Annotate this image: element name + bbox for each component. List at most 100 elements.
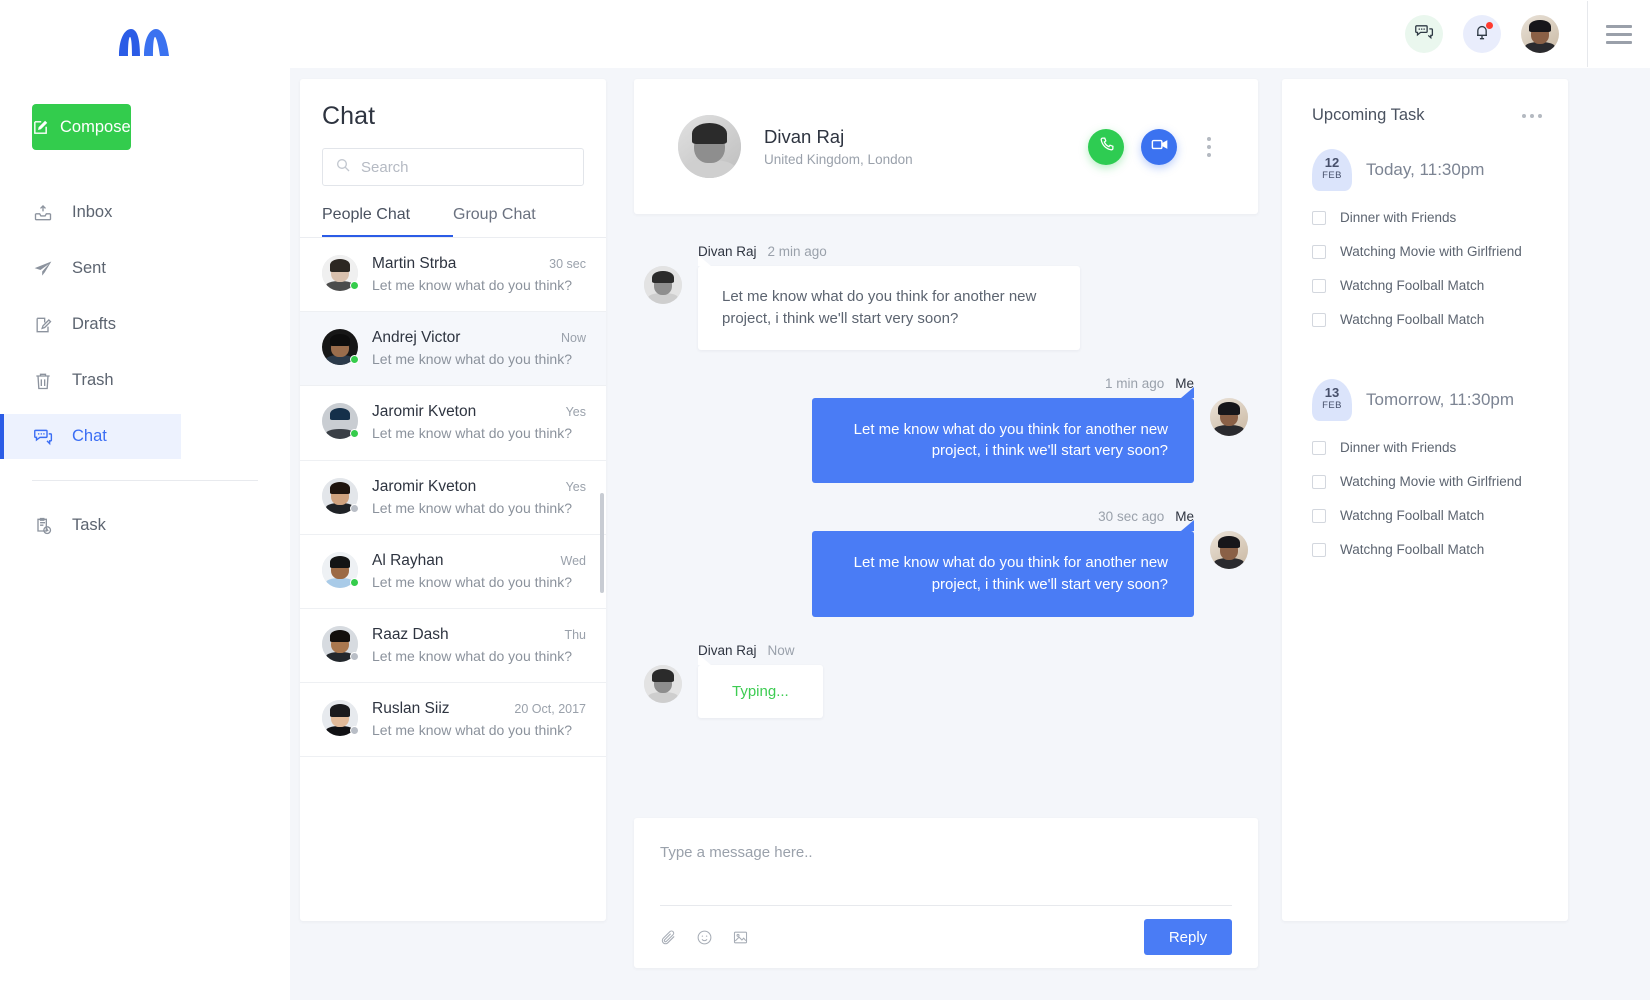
date-badge-month: FEB	[1322, 170, 1342, 182]
message-time: Now	[767, 642, 795, 658]
task-item[interactable]: Watchng Foolball Match	[1312, 508, 1542, 523]
message-bubble: Let me know what do you think for anothe…	[812, 386, 1194, 483]
list-item-name: Martin Strba	[372, 255, 457, 272]
tab-people-chat[interactable]: People Chat	[322, 206, 453, 237]
trash-icon	[32, 370, 54, 392]
chat-tabs: People Chat Group Chat	[300, 206, 606, 237]
chat-icon	[32, 426, 54, 448]
message-meta: Divan Raj Now	[698, 643, 1248, 658]
paperclip-icon[interactable]	[660, 929, 677, 946]
message-avatar	[1210, 397, 1248, 436]
search-input[interactable]	[361, 158, 571, 176]
hamburger-icon[interactable]	[1588, 24, 1650, 44]
compose-label: Compose	[60, 117, 131, 136]
task-label: Watchng Foolball Match	[1340, 278, 1485, 293]
task-item[interactable]: Watchng Foolball Match	[1312, 542, 1542, 557]
list-item-preview: Let me know what do you think?	[372, 573, 573, 590]
messages-button[interactable]	[1405, 15, 1443, 53]
chat-list-scrollbar[interactable]	[600, 493, 604, 593]
message-input[interactable]	[660, 844, 1232, 906]
task-item[interactable]: Watching Movie with Girlfriend	[1312, 244, 1542, 259]
reply-button[interactable]: Reply	[1144, 919, 1232, 955]
conversation-column: Divan Raj United Kingdom, London Divan R…	[606, 68, 1258, 1000]
list-item[interactable]: Jaromir Kveton Yes Let me know what do y…	[300, 461, 606, 535]
task-item[interactable]: Watchng Foolball Match	[1312, 312, 1542, 327]
message-avatar	[644, 664, 682, 703]
task-checkbox[interactable]	[1312, 210, 1326, 225]
avatar-face	[1521, 15, 1559, 53]
task-item[interactable]: Dinner with Friends	[1312, 440, 1542, 455]
task-checkbox[interactable]	[1312, 508, 1326, 523]
image-icon[interactable]	[732, 929, 749, 946]
avatar	[322, 255, 359, 291]
task-checkbox[interactable]	[1312, 440, 1326, 455]
send-icon	[32, 258, 54, 280]
tab-group-chat[interactable]: Group Chat	[453, 206, 584, 237]
app-root: Compose Inbox Sent Drafts Trash Chat Tas…	[0, 0, 1650, 1000]
list-item-time: Yes	[565, 479, 586, 494]
list-item-time: Thu	[564, 627, 586, 642]
sidebar-item-task[interactable]: Task	[0, 503, 290, 548]
task-checkbox[interactable]	[1312, 474, 1326, 489]
list-item-time: Yes	[565, 405, 586, 420]
call-button[interactable]	[1088, 128, 1124, 165]
list-item[interactable]: Jaromir Kveton Yes Let me know what do y…	[300, 386, 606, 461]
avatar	[322, 700, 359, 737]
tasks-more-button[interactable]	[1522, 113, 1542, 118]
sidebar-item-label: Sent	[72, 259, 106, 277]
task-label: Dinner with Friends	[1340, 210, 1457, 225]
search-icon	[335, 157, 351, 178]
list-item-name: Al Rayhan	[372, 551, 444, 569]
avatar	[322, 477, 359, 514]
sidebar-item-label: Drafts	[72, 315, 117, 333]
task-checkbox[interactable]	[1312, 542, 1326, 557]
task-item[interactable]: Watching Movie with Girlfriend	[1312, 474, 1542, 489]
m-logo-icon	[119, 29, 169, 56]
sidebar-item-trash[interactable]: Trash	[0, 358, 290, 403]
sidebar-item-sent[interactable]: Sent	[0, 246, 290, 291]
top-bar	[290, 0, 1650, 68]
task-checkbox[interactable]	[1312, 312, 1326, 327]
status-dot-online	[350, 281, 359, 290]
sidebar-item-inbox[interactable]: Inbox	[0, 190, 290, 235]
smiley-icon[interactable]	[696, 929, 713, 946]
task-item[interactable]: Dinner with Friends	[1312, 210, 1542, 225]
list-item[interactable]: Ruslan Siiz 20 Oct, 2017 Let me know wha…	[300, 683, 606, 758]
task-checkbox[interactable]	[1312, 244, 1326, 259]
profile-avatar[interactable]	[1521, 15, 1559, 53]
app-logo[interactable]	[0, 0, 290, 86]
chat-list-scroll[interactable]: Martin Strba 30 sec Let me know what do …	[300, 238, 606, 878]
message-typing: Divan Raj Now Typing...	[644, 643, 1248, 718]
sidebar-item-chat[interactable]: Chat	[0, 414, 181, 459]
list-item[interactable]: Raaz Dash Thu Let me know what do you th…	[300, 609, 606, 684]
search-box[interactable]	[322, 148, 584, 186]
conversation-more-button[interactable]	[1198, 136, 1220, 157]
list-item-preview: Let me know what do you think?	[372, 499, 573, 516]
message-bubble: Let me know what do you think for anothe…	[812, 520, 1194, 617]
task-icon	[32, 515, 54, 537]
message-meta: Divan Raj 2 min ago	[698, 244, 1248, 259]
message-time: 30 sec ago	[1098, 509, 1165, 524]
compose-button[interactable]: Compose	[32, 104, 131, 150]
sidebar-item-drafts[interactable]: Drafts	[0, 302, 290, 347]
sidebar-item-label: Task	[72, 516, 106, 534]
topbar-actions	[1405, 15, 1559, 53]
task-item[interactable]: Watchng Foolball Match	[1312, 278, 1542, 293]
task-group-label: Tomorrow, 11:30pm	[1366, 390, 1515, 409]
conversation-header: Divan Raj United Kingdom, London	[634, 79, 1258, 214]
list-item-time: 30 sec	[549, 257, 586, 271]
video-call-button[interactable]	[1141, 128, 1177, 165]
message-meta: 30 sec ago Me	[1098, 509, 1194, 524]
list-item[interactable]: Al Rayhan Wed Let me know what do you th…	[300, 535, 606, 609]
tasks-header: Upcoming Task	[1312, 106, 1542, 125]
conversation-actions	[1088, 128, 1220, 165]
compose-pencil-icon	[34, 120, 48, 134]
list-item[interactable]: Andrej Victor Now Let me know what do yo…	[300, 312, 606, 387]
sidebar-divider	[32, 480, 258, 481]
list-item[interactable]: Martin Strba 30 sec Let me know what do …	[300, 238, 606, 313]
left-sidebar: Compose Inbox Sent Drafts Trash Chat Tas…	[0, 0, 290, 1000]
notifications-button[interactable]	[1463, 15, 1501, 53]
task-checkbox[interactable]	[1312, 278, 1326, 293]
sidebar-item-label: Trash	[72, 371, 114, 389]
phone-icon	[1098, 136, 1115, 158]
